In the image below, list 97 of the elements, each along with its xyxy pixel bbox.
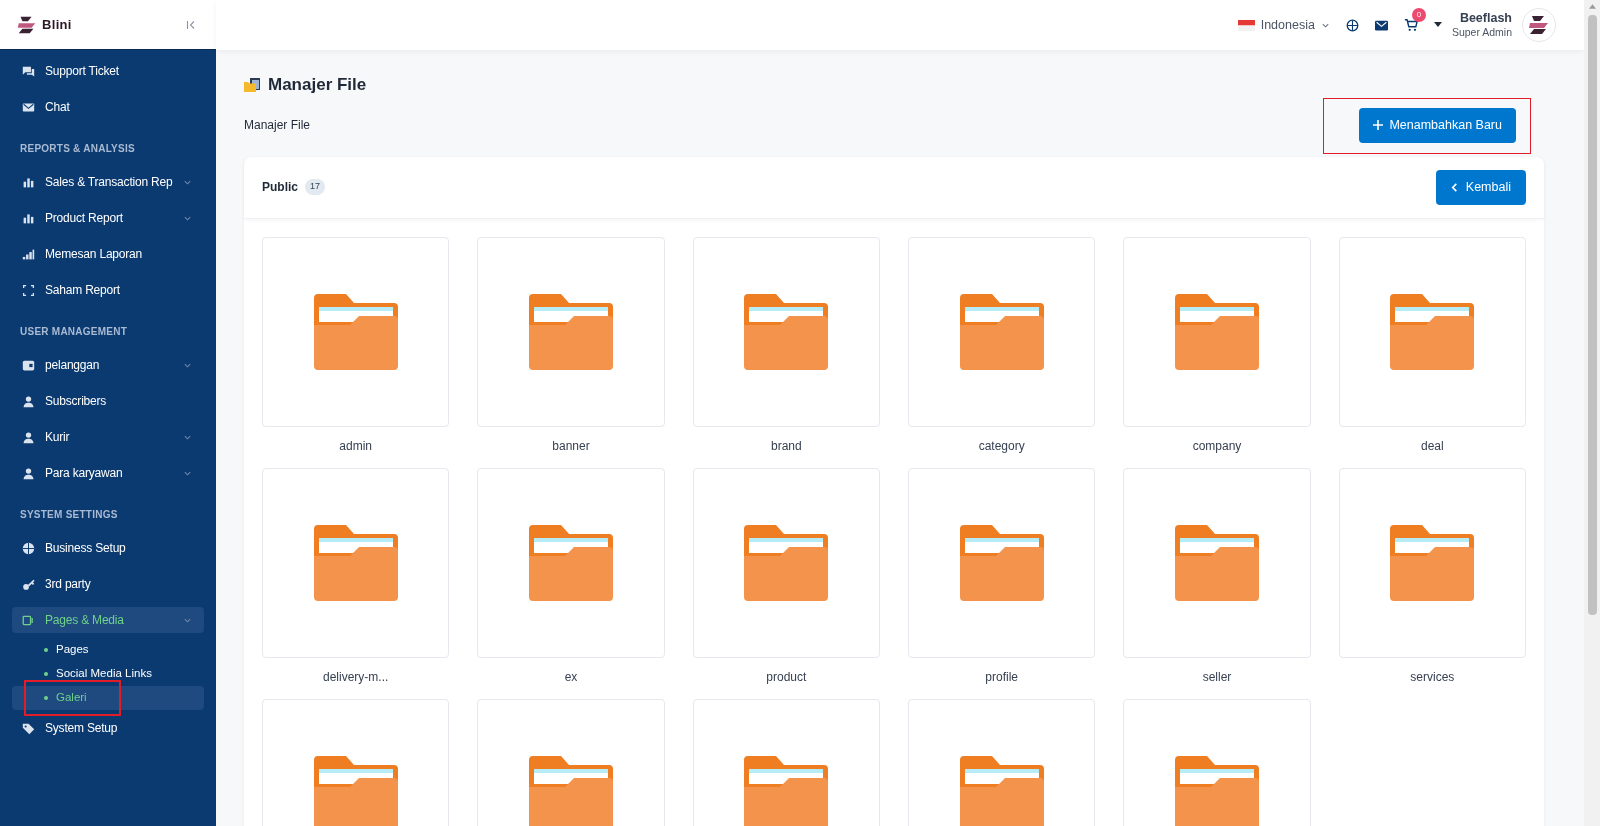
caret-icon[interactable] (1433, 22, 1442, 28)
folder-card[interactable] (908, 467, 1096, 658)
user-name: Beeflash (1459, 10, 1512, 27)
sidebar-item[interactable]: Memesan Laporan (12, 241, 204, 267)
logo-icon (1527, 13, 1551, 37)
folder-card[interactable] (1123, 236, 1311, 427)
folder-name: services (1410, 668, 1455, 686)
folder-icon (313, 293, 398, 370)
cart-icon[interactable] (1403, 18, 1418, 32)
brand-name: Blini (42, 15, 72, 34)
tag-icon (22, 721, 35, 735)
add-new-button[interactable]: Menambahkan Baru (1359, 107, 1516, 143)
folder-name: category (978, 437, 1025, 455)
folder-icon (529, 293, 613, 370)
folder-card[interactable] (262, 467, 450, 658)
bullet-icon (44, 696, 48, 700)
avatar[interactable] (1522, 8, 1556, 42)
panel-title: Public (262, 179, 298, 196)
bullet-icon (44, 648, 48, 652)
collapse-icon[interactable] (186, 19, 196, 30)
sidebar-item[interactable]: Pages & Media (12, 607, 204, 633)
breadcrumb: Manajer File (244, 117, 311, 134)
sidebar-item[interactable]: Support Ticket (12, 58, 204, 84)
folder-card[interactable] (1338, 467, 1526, 658)
section-header: SYSTEM SETTINGS (20, 508, 119, 522)
folder-name: seller (1202, 668, 1232, 686)
user-role: Super Admin (1451, 26, 1512, 40)
sidebar-subitem[interactable]: Galeri (12, 686, 204, 710)
user-icon (22, 466, 35, 480)
bullet-icon (44, 672, 48, 676)
sidebar-item[interactable]: Saham Report (12, 277, 204, 303)
count-badge: 17 (305, 179, 326, 195)
folder-name: admin (339, 437, 372, 455)
globe-icon[interactable] (1345, 18, 1359, 32)
key-icon (22, 577, 35, 591)
sidebar-item[interactable]: Sales & Transaction Rep (12, 169, 204, 195)
folder-name: profile (985, 668, 1018, 686)
sidebar-item[interactable]: System Setup (12, 715, 204, 741)
cart-count-badge: 0 (1411, 8, 1426, 22)
folder-icon (744, 293, 829, 370)
folder-name: banner (552, 437, 590, 455)
mail-icon[interactable] (1374, 19, 1388, 31)
folder-name: ex (564, 668, 578, 686)
folder-card[interactable] (692, 236, 880, 427)
bar-chart-icon (22, 211, 35, 225)
folder-card[interactable] (1123, 467, 1311, 658)
folder-icon (1390, 524, 1475, 601)
sidebar-item[interactable]: Chat (12, 94, 204, 120)
sidebar-item[interactable]: pelanggan (12, 352, 204, 378)
bar-chart-icon (22, 247, 35, 261)
folder-name: product (766, 668, 807, 686)
folder-icon (529, 524, 613, 601)
folder-icon (959, 293, 1044, 370)
scrollbar-thumb[interactable] (1587, 15, 1597, 615)
sidebar-subitem[interactable]: Pages (12, 638, 204, 662)
language-select[interactable]: Indonesia (1237, 15, 1330, 35)
folder-card[interactable] (1338, 236, 1526, 427)
sidebar-item[interactable]: Product Report (12, 205, 204, 231)
plus-icon (1373, 120, 1384, 130)
sidebar-item[interactable]: Business Setup (12, 535, 204, 561)
section-header: REPORTS & ANALYSIS (20, 142, 136, 156)
chat-icon (22, 64, 35, 78)
folder-icon (313, 524, 398, 601)
folder-card[interactable] (477, 467, 665, 658)
user-icon (22, 430, 35, 444)
folder-card[interactable] (908, 236, 1096, 427)
folder-icon (1175, 524, 1259, 601)
folder-name: brand (770, 437, 802, 455)
mail-icon (22, 100, 35, 114)
flag-icon (1237, 19, 1255, 31)
media-icon (22, 613, 35, 627)
sidebar-subitem[interactable]: Social Media Links (12, 662, 204, 686)
folders-icon (244, 76, 262, 93)
user-icon (22, 394, 35, 408)
folder-card[interactable] (692, 467, 880, 658)
sidebar-item[interactable]: Kurir (12, 424, 204, 450)
folder-icon (744, 524, 829, 601)
sidebar-item[interactable]: Para karyawan (12, 460, 204, 486)
folder-name: deal (1420, 437, 1444, 455)
frame-icon (22, 283, 35, 297)
folder-icon (1175, 293, 1259, 370)
wallet-icon (22, 358, 35, 372)
scroll-up-icon[interactable] (1588, 4, 1596, 9)
section-header: USER MANAGEMENT (20, 325, 129, 339)
folder-card[interactable] (477, 236, 665, 427)
folder-name: company (1192, 437, 1242, 455)
folder-card[interactable] (262, 236, 450, 427)
folder-icon (959, 524, 1044, 601)
page-title: Manajer File (268, 74, 367, 96)
back-button[interactable]: Kembali (1435, 169, 1526, 205)
globe-icon (22, 541, 35, 555)
bar-chart-icon (22, 175, 35, 189)
chevron-left-icon (1450, 182, 1458, 192)
folder-name: delivery-m... (323, 668, 389, 686)
sidebar-item[interactable]: Subscribers (12, 388, 204, 414)
folder-icon (1390, 293, 1475, 370)
sidebar-item[interactable]: 3rd party (12, 571, 204, 597)
